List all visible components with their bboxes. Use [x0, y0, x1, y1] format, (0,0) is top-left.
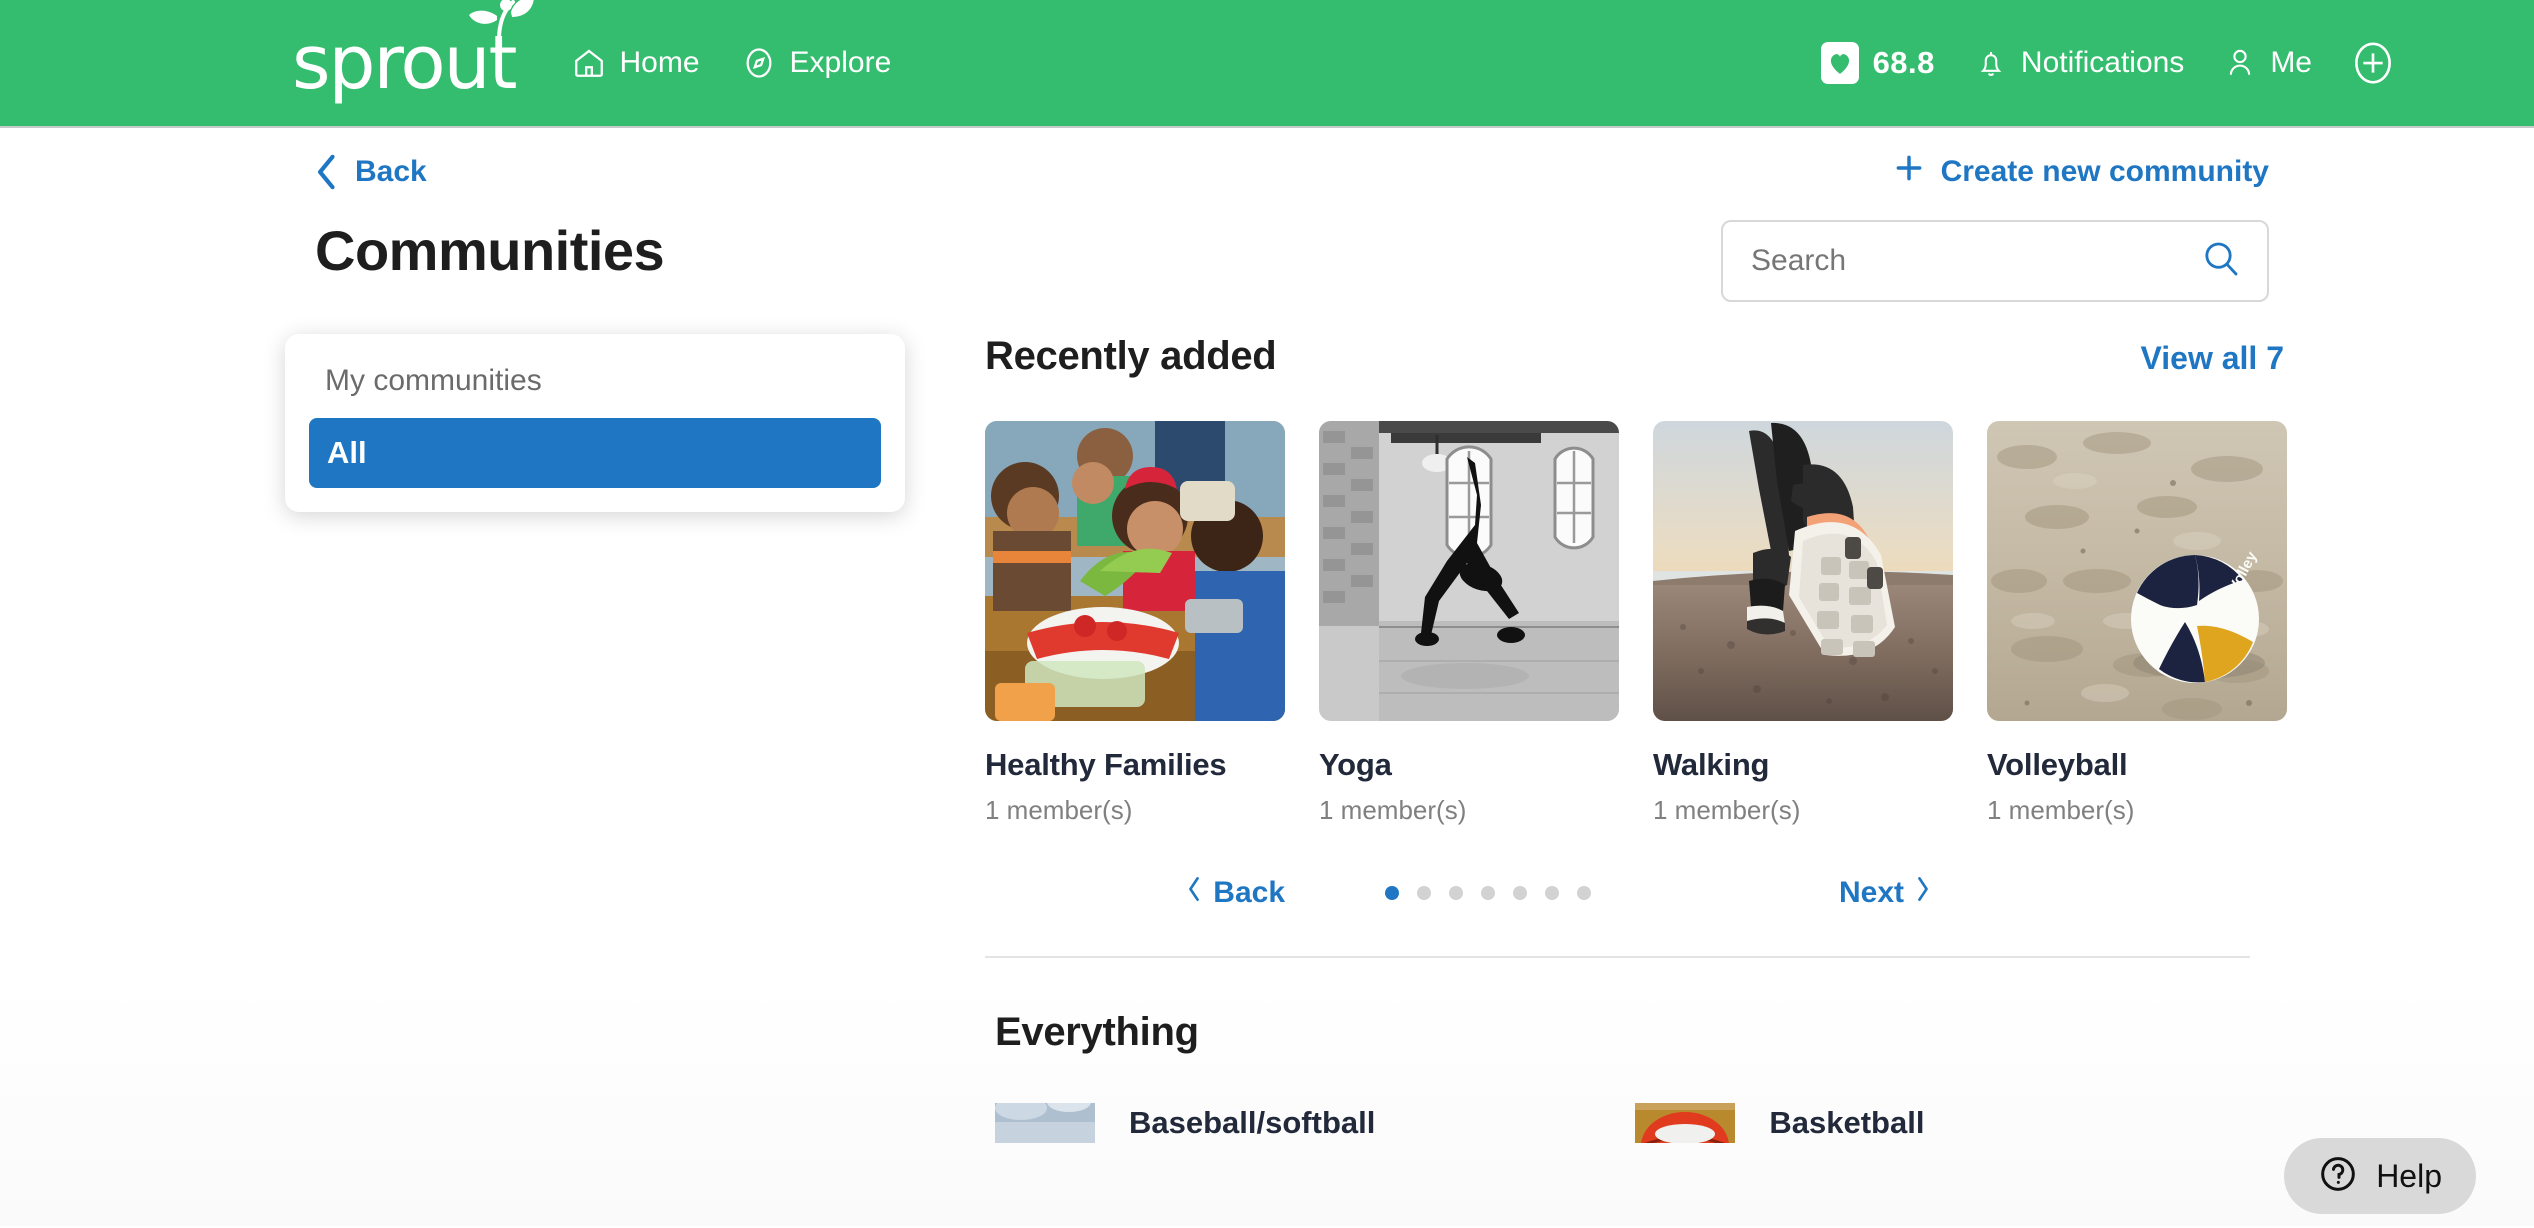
search-icon[interactable] [2201, 239, 2241, 284]
plus-circle-icon [2352, 40, 2394, 86]
plus-icon [1893, 152, 1925, 192]
chevron-left-icon [315, 154, 339, 190]
app-header: sprout Home Explore 68.8 Notifications M… [0, 0, 2534, 128]
pager-next-wrap: Next [1691, 876, 2245, 910]
points-indicator[interactable]: 68.8 [1820, 42, 1935, 84]
community-card-list: Healthy Families 1 member(s) Yoga 1 memb… [985, 421, 2287, 826]
nav-home-label: Home [619, 46, 700, 79]
nav-explore-label: Explore [789, 46, 892, 79]
create-new-community-button[interactable]: Create new community [1893, 152, 2269, 192]
heart-icon [1820, 42, 1859, 84]
back-button[interactable]: Back [315, 154, 427, 190]
everything-list: Baseball/softball Basketball [985, 1103, 2287, 1143]
bell-icon [1975, 46, 2007, 80]
question-circle-icon [2318, 1154, 2358, 1199]
community-card-image[interactable] [1319, 421, 1619, 721]
carousel-dot[interactable] [1513, 886, 1527, 900]
list-item-label: Baseball/softball [1129, 1105, 1376, 1140]
home-icon [572, 46, 606, 80]
help-button[interactable]: Help [2284, 1138, 2476, 1214]
pager-next-button[interactable]: Next [1839, 876, 1931, 910]
community-card[interactable]: Yoga 1 member(s) [1319, 421, 1619, 826]
person-icon [2224, 46, 2256, 80]
community-card-members: 1 member(s) [1987, 795, 2135, 825]
list-item[interactable]: Basketball [1635, 1103, 1924, 1143]
chevron-left-icon [1186, 876, 1202, 910]
section-divider [985, 956, 2250, 958]
community-card-title: Yoga [1319, 747, 1392, 782]
carousel-dot[interactable] [1481, 886, 1495, 900]
nav-home[interactable]: Home [572, 46, 700, 80]
community-card[interactable]: Volley Volleyball 1 member(s) [1987, 421, 2287, 826]
recently-added-title: Recently added [985, 334, 1277, 378]
carousel-dot[interactable] [1385, 886, 1399, 900]
sprout-logo[interactable]: sprout [292, 0, 534, 100]
carousel-dot[interactable] [1449, 886, 1463, 900]
sprout-leaf-icon [468, 0, 534, 42]
nav-me-label: Me [2270, 46, 2312, 79]
header-right-group: 68.8 Notifications Me [1820, 40, 2394, 86]
list-item-thumbnail [995, 1103, 1095, 1143]
basketball-photo [1635, 1103, 1736, 1143]
carousel-dots [1285, 886, 1691, 900]
points-value: 68.8 [1872, 45, 1935, 80]
pager-back-button[interactable]: Back [1186, 876, 1285, 910]
volleyball-photo: Volley [1987, 421, 2287, 721]
community-card[interactable]: Walking 1 member(s) [1653, 421, 1953, 826]
create-new-community-label: Create new community [1940, 155, 2269, 188]
filter-dropdown-label: My communities [325, 364, 542, 397]
everything-title: Everything [995, 1010, 1199, 1054]
list-item-label: Basketball [1769, 1105, 1925, 1140]
header-left-group: sprout Home Explore [292, 0, 892, 100]
pager-back-wrap: Back [985, 876, 1285, 910]
community-card-title: Healthy Families [985, 747, 1227, 782]
compass-icon [742, 46, 776, 80]
carousel-pager: Back Next [985, 876, 2245, 910]
view-all-link[interactable]: View all 7 [2141, 340, 2285, 377]
community-card-members: 1 member(s) [1653, 795, 1801, 825]
page-body: Back Create new community Communities Se… [0, 128, 2534, 1226]
baseball-photo [995, 1103, 1095, 1143]
pager-next-label: Next [1839, 876, 1905, 909]
carousel-dot[interactable] [1577, 886, 1591, 900]
page-toolbar: Back Create new community [0, 128, 2534, 192]
yoga-photo [1319, 421, 1619, 721]
community-card-title: Volleyball [1987, 747, 2128, 782]
add-button[interactable] [2352, 40, 2394, 86]
chevron-right-icon [1915, 876, 1931, 910]
nav-explore[interactable]: Explore [742, 46, 892, 80]
search-input[interactable] [1751, 244, 2201, 278]
search-box[interactable] [1721, 220, 2269, 302]
nav-notifications-label: Notifications [2020, 46, 2185, 79]
page-title: Communities [315, 219, 665, 282]
community-card-title: Walking [1653, 747, 1770, 782]
carousel-dot[interactable] [1417, 886, 1431, 900]
community-card-members: 1 member(s) [1319, 795, 1467, 825]
page-title-row: Communities [0, 192, 2534, 302]
list-item-thumbnail [1635, 1103, 1736, 1143]
community-card[interactable]: Healthy Families 1 member(s) [985, 421, 1285, 826]
page-content: My communities All Recently added View a… [0, 334, 2534, 1143]
carousel-dot[interactable] [1545, 886, 1559, 900]
help-button-label: Help [2376, 1157, 2442, 1194]
filter-dropdown: My communities All [285, 334, 905, 512]
filter-option-all[interactable]: All [309, 418, 881, 488]
community-card-image[interactable] [1653, 421, 1953, 721]
communities-column: Recently added View all 7 Healthy Famili… [915, 334, 2287, 1143]
healthy-families-photo [985, 421, 1285, 721]
nav-notifications[interactable]: Notifications [1975, 46, 2184, 80]
community-card-image[interactable]: Volley [1987, 421, 2287, 721]
back-button-label: Back [355, 155, 427, 188]
filter-column: My communities All [285, 334, 915, 1143]
list-item[interactable]: Baseball/softball [995, 1103, 1375, 1143]
community-card-image[interactable] [985, 421, 1285, 721]
pager-back-label: Back [1213, 876, 1285, 909]
community-card-members: 1 member(s) [985, 795, 1133, 825]
walking-photo [1653, 421, 1953, 721]
recently-added-header: Recently added View all 7 [985, 334, 2287, 379]
nav-me[interactable]: Me [2224, 46, 2312, 80]
